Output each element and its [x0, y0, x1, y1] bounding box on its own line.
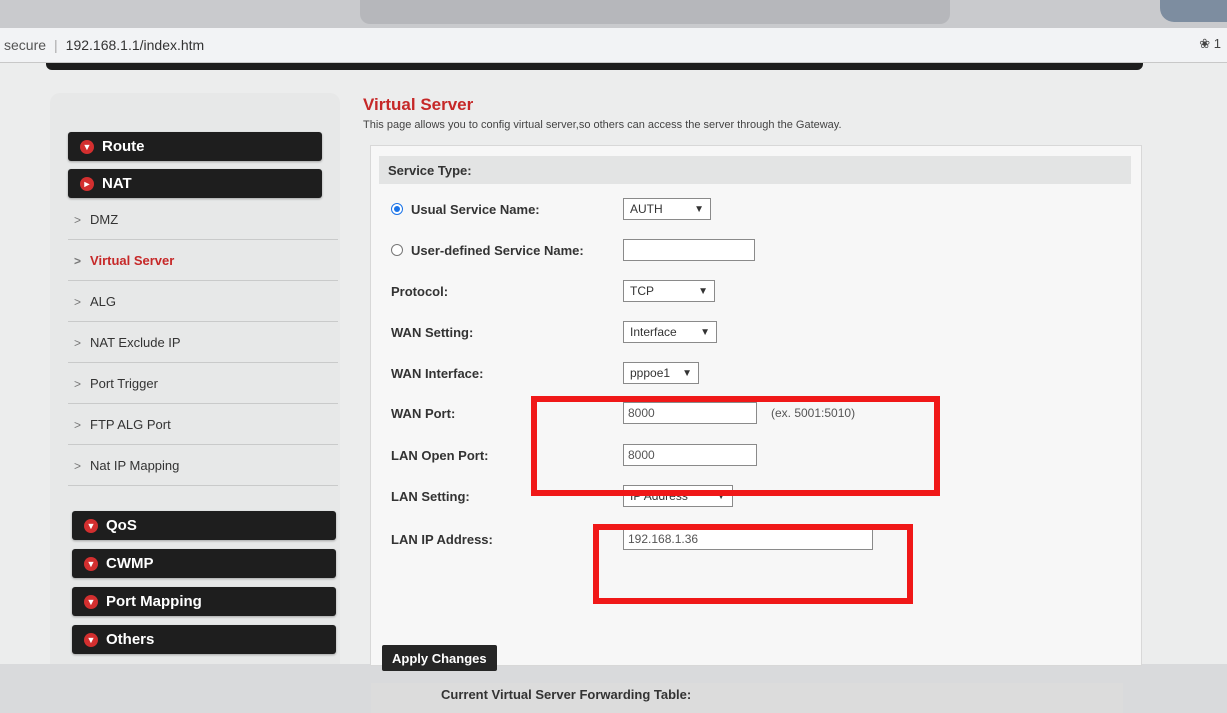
protocol-row: Protocol: TCP ▼	[379, 272, 1131, 310]
usual-service-value: AUTH	[630, 202, 663, 216]
arrow-icon: >	[74, 335, 82, 350]
user-defined-radio[interactable]	[391, 244, 403, 256]
menu-others[interactable]: ▼ Others	[72, 625, 336, 654]
sidebar-item-label: NAT Exclude IP	[90, 335, 181, 350]
chevron-down-icon: ▼	[694, 203, 704, 215]
arrow-icon: >	[74, 417, 82, 432]
sidebar-item-label: ALG	[90, 294, 117, 309]
menu-route-label: Route	[102, 138, 145, 155]
protocol-value: TCP	[630, 284, 654, 298]
url-text[interactable]: 192.168.1.1/index.htm	[66, 37, 205, 53]
menu-port-mapping[interactable]: ▼ Port Mapping	[72, 587, 336, 616]
chevron-down-icon: ▼	[80, 139, 94, 154]
usual-service-text: Usual Service Name:	[411, 201, 540, 217]
user-defined-label: User-defined Service Name:	[379, 243, 623, 258]
sidebar-item-port-trigger[interactable]: > Port Trigger	[68, 364, 338, 404]
sidebar-item-nat-exclude-ip[interactable]: > NAT Exclude IP	[68, 323, 338, 363]
menu-qos[interactable]: ▼ QoS	[72, 511, 336, 540]
sidebar: ▼ Route ► NAT > DMZ > Virtual Server > A…	[50, 93, 340, 664]
sidebar-item-alg[interactable]: > ALG	[68, 282, 338, 322]
page-title: Virtual Server	[363, 95, 474, 114]
sidebar-item-dmz[interactable]: > DMZ	[68, 200, 338, 240]
browser-tab[interactable]	[360, 0, 950, 24]
arrow-icon: >	[74, 376, 82, 391]
protocol-label: Protocol:	[391, 283, 449, 299]
arrow-icon: >	[74, 212, 82, 227]
user-defined-text: User-defined Service Name:	[411, 242, 584, 258]
profile-icon[interactable]	[1160, 0, 1227, 22]
menu-nat-label: NAT	[102, 175, 132, 192]
wan-interface-value: pppoe1	[630, 366, 671, 380]
page-description: This page allows you to config virtual s…	[363, 119, 842, 131]
forwarding-table-heading: Current Virtual Server Forwarding Table:	[371, 683, 1123, 713]
menu-others-label: Others	[106, 631, 155, 648]
arrow-icon: >	[74, 294, 82, 309]
service-type-heading: Service Type:	[379, 156, 1131, 184]
menu-cwmp[interactable]: ▼ CWMP	[72, 549, 336, 578]
arrow-icon: >	[74, 253, 82, 268]
address-separator: |	[54, 37, 58, 53]
chevron-down-icon: ▼	[84, 518, 98, 533]
wan-setting-select[interactable]: Interface ▼	[623, 321, 717, 343]
usual-service-label: Usual Service Name:	[379, 202, 623, 217]
wan-setting-value: Interface	[630, 325, 677, 339]
secure-label: secure	[4, 37, 47, 53]
chevron-down-icon: ▼	[700, 326, 710, 338]
wan-interface-row: WAN Interface: pppoe1 ▼	[379, 354, 1131, 392]
wan-interface-select[interactable]: pppoe1 ▼	[623, 362, 699, 384]
browser-tabstrip	[0, 0, 1227, 28]
menu-port-mapping-label: Port Mapping	[106, 593, 202, 610]
menu-qos-label: QoS	[106, 517, 137, 534]
key-icon[interactable]: ❀ 1	[1199, 36, 1221, 52]
sidebar-item-nat-ip-mapping[interactable]: > Nat IP Mapping	[68, 446, 338, 486]
sidebar-item-label: DMZ	[90, 212, 119, 227]
user-defined-row: User-defined Service Name:	[379, 231, 1131, 269]
chevron-down-icon: ▼	[698, 285, 708, 297]
wan-interface-label: WAN Interface:	[391, 365, 484, 381]
wan-setting-row: WAN Setting: Interface ▼	[379, 313, 1131, 351]
menu-route[interactable]: ▼ Route	[68, 132, 322, 161]
sidebar-item-label: Nat IP Mapping	[90, 458, 180, 473]
sidebar-item-label: Port Trigger	[90, 376, 158, 391]
menu-cwmp-label: CWMP	[106, 555, 154, 572]
chevron-down-icon: ▼	[682, 367, 692, 379]
protocol-select[interactable]: TCP ▼	[623, 280, 715, 302]
sidebar-item-ftp-alg-port[interactable]: > FTP ALG Port	[68, 405, 338, 445]
sidebar-item-label: Virtual Server	[90, 253, 175, 268]
wan-setting-label: WAN Setting:	[391, 324, 474, 340]
lan-ip-label: LAN IP Address:	[391, 531, 493, 547]
sidebar-item-label: FTP ALG Port	[90, 417, 171, 432]
apply-changes-button[interactable]: Apply Changes	[382, 645, 497, 671]
sidebar-item-virtual-server[interactable]: > Virtual Server	[68, 241, 338, 281]
header-bar	[46, 63, 1143, 70]
address-bar[interactable]: secure | 192.168.1.1/index.htm ❀ 1	[0, 28, 1227, 63]
user-defined-input[interactable]	[623, 239, 755, 261]
usual-service-row: Usual Service Name: AUTH ▼	[379, 190, 1131, 228]
router-page: ▼ Route ► NAT > DMZ > Virtual Server > A…	[0, 63, 1227, 713]
chevron-right-icon: ►	[80, 176, 94, 191]
usual-service-radio[interactable]	[391, 203, 403, 215]
menu-nat[interactable]: ► NAT	[68, 169, 322, 198]
chevron-down-icon: ▼	[84, 632, 98, 647]
chevron-down-icon: ▼	[84, 594, 98, 609]
arrow-icon: >	[74, 458, 82, 473]
chevron-down-icon: ▼	[84, 556, 98, 571]
highlight-box-lan-ip	[593, 524, 913, 604]
highlight-box-ports	[531, 396, 940, 496]
usual-service-select[interactable]: AUTH ▼	[623, 198, 711, 220]
